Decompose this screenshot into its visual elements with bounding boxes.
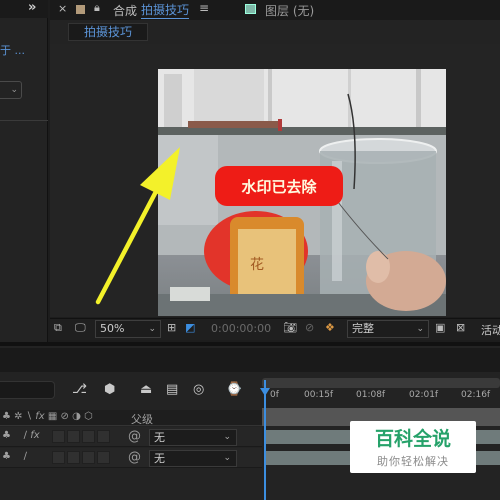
parent-select[interactable]: 无 ⌄ — [149, 429, 237, 446]
parent-column-label: 父级 — [131, 413, 153, 426]
frame-blending-icon[interactable]: ▤ — [166, 382, 178, 397]
switch-box[interactable] — [97, 430, 110, 443]
timecode[interactable]: 0:00:00:00 — [211, 322, 271, 335]
parent-select[interactable]: 无 ⌄ — [149, 450, 237, 467]
ruler-tick: 02:16f — [461, 390, 491, 400]
switch-column-icons: ♣ ✲ ∖ fx ▦ ⊘ ◑ ⬡ — [2, 411, 93, 422]
callout-text: 水印已去除 — [241, 178, 317, 196]
ruler-tick: 02:01f — [409, 390, 439, 400]
pick-whip-icon[interactable]: @ — [128, 450, 141, 465]
show-snapshot-icon[interactable]: ⊘ — [305, 321, 314, 334]
draft-3d-icon[interactable]: ⬢ — [104, 382, 115, 397]
parent-value: 无 — [154, 431, 165, 444]
always-preview-icon[interactable]: ⧉ — [54, 321, 62, 335]
switch-box[interactable] — [52, 451, 65, 464]
resolution-value: 完整 — [352, 322, 374, 335]
layer-search-input[interactable] — [0, 381, 55, 399]
shy-layers-icon[interactable]: ⏏ — [140, 382, 152, 397]
layer-switches[interactable]: ♣ ∕ — [2, 451, 27, 462]
switch-box[interactable] — [82, 430, 95, 443]
ruler-tick: 00:15f — [304, 390, 334, 400]
time-navigator-bar[interactable] — [262, 378, 500, 388]
mask-visibility-icon[interactable]: ◩ — [185, 321, 195, 334]
transparency-grid-icon[interactable]: ⊠ — [456, 321, 465, 334]
switch-box[interactable] — [82, 451, 95, 464]
watermark-subtitle: 助你轻松解决 — [377, 455, 449, 468]
playhead-handle-icon[interactable] — [260, 388, 270, 396]
zoom-select[interactable]: 50% ⌄ — [95, 320, 161, 338]
resolution-select[interactable]: 完整 ⌄ — [347, 320, 429, 338]
switch-box[interactable] — [67, 451, 80, 464]
graph-editor-icon[interactable]: ⌚ — [226, 382, 242, 397]
chevron-down-icon: ⌄ — [223, 453, 231, 463]
switch-box[interactable] — [67, 430, 80, 443]
monitor-icon[interactable]: 🖵︎ — [75, 321, 86, 335]
timeline-tab-bar — [0, 348, 500, 372]
ruler-tick: 0f — [270, 390, 279, 400]
active-camera-select[interactable]: 活动 — [481, 322, 500, 338]
composition-flowchart-icon[interactable]: ⎇ — [72, 382, 87, 397]
switch-box[interactable] — [97, 451, 110, 464]
chevron-down-icon: ⌄ — [223, 432, 231, 442]
region-of-interest-icon[interactable]: ▣ — [435, 321, 445, 334]
camera-icon[interactable]: 📷︎ — [283, 321, 297, 334]
fit-frame-icon[interactable]: ⊞ — [167, 321, 176, 334]
switch-box[interactable] — [52, 430, 65, 443]
motion-blur-icon[interactable]: ◎ — [193, 382, 204, 397]
watermark-title: 百科全说 — [374, 428, 451, 450]
layer-switches[interactable]: ♣ ∕ fx — [2, 430, 40, 441]
arrow-shaft — [95, 179, 164, 305]
chevron-down-icon: ⌄ — [416, 324, 424, 334]
ruler-tick: 01:08f — [356, 390, 386, 400]
chevron-down-icon: ⌄ — [148, 324, 156, 334]
arrow-head-icon — [140, 147, 180, 200]
parent-value: 无 — [154, 452, 165, 465]
channel-icon[interactable]: ❖ — [325, 321, 335, 334]
playhead-line[interactable] — [264, 380, 266, 500]
pick-whip-icon[interactable]: @ — [128, 429, 141, 444]
zoom-value: 50% — [100, 322, 125, 335]
